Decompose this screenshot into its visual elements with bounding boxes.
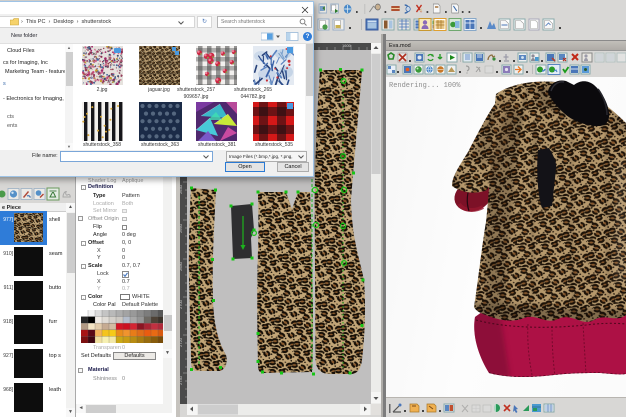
svg-text:1600: 1600 [342,43,352,48]
svg-text:Rendering... 100%: Rendering... 100% [389,82,461,90]
